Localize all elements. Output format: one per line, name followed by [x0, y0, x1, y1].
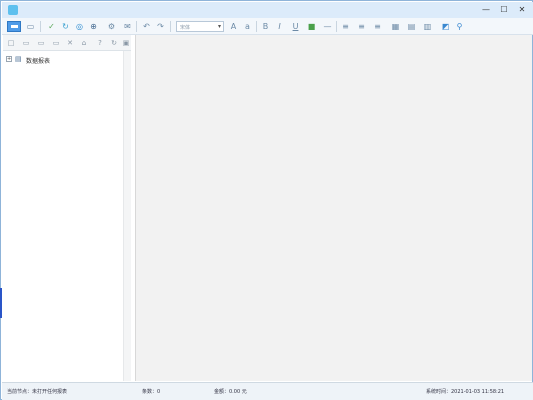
bold-icon[interactable]: B	[260, 21, 271, 32]
main-workspace[interactable]	[135, 35, 532, 381]
save-icon[interactable]: ✓	[46, 21, 57, 32]
left-panel: □ ▭ ▭ ▭ ✕ ⌂ ? ↻ ▣ + ▤ 数据报表	[3, 35, 131, 381]
table-icon[interactable]: ▦	[390, 21, 401, 32]
italic-icon[interactable]: I	[274, 21, 285, 32]
status-datetime: 系统时间：2021-01-03 11:58:21	[426, 389, 505, 395]
tree-item-label: 数据报表	[26, 58, 51, 65]
maximize-button[interactable]: ☐	[497, 4, 511, 16]
underline-icon[interactable]: U	[290, 21, 301, 32]
font-grow-icon[interactable]: A	[228, 21, 239, 32]
edit-icon[interactable]: ▭	[36, 38, 46, 48]
toolbar-separator	[170, 21, 171, 32]
redo-icon[interactable]: ↷	[155, 21, 166, 32]
refresh-icon[interactable]: ↻	[60, 21, 71, 32]
toolbar-separator	[136, 21, 137, 32]
status-rows: 条数：0	[142, 389, 161, 395]
window-title	[22, 6, 82, 13]
panel-scrollbar[interactable]	[123, 51, 131, 381]
app-window: — ☐ ✕ ▭ ✓ ↻ ◎ ⊕ ⚙ ✉ ↶ ↷ 宋体 ▾ A a B I U ■…	[0, 0, 533, 400]
status-bar: 当前节点：未打开任何报表 条数：0 金额：0.00 元 系统时间：2021-01…	[2, 382, 533, 400]
undo-icon[interactable]: ↶	[141, 21, 152, 32]
close-button[interactable]: ✕	[515, 4, 529, 16]
refresh-icon[interactable]: ↻	[109, 38, 119, 48]
window-edge-accent	[0, 288, 2, 318]
settings-icon[interactable]: ⚲	[454, 21, 465, 32]
status-amount: 金额：0.00 元	[214, 389, 247, 395]
align-center-icon[interactable]: ≡	[356, 21, 367, 32]
help-icon[interactable]: ?	[95, 38, 105, 48]
font-shrink-icon[interactable]: a	[242, 21, 253, 32]
align-right-icon[interactable]: ≡	[372, 21, 383, 32]
mail-icon[interactable]: ✉	[122, 21, 133, 32]
copy-icon[interactable]: ▭	[51, 38, 61, 48]
panel-toolbar: □ ▭ ▭ ▭ ✕ ⌂ ? ↻ ▣	[3, 35, 131, 51]
database-icon: ▤	[15, 55, 22, 63]
main-toolbar: ▭ ✓ ↻ ◎ ⊕ ⚙ ✉ ↶ ↷ 宋体 ▾ A a B I U ■ — ≡ ≡…	[2, 18, 533, 35]
font-select[interactable]: 宋体 ▾	[176, 21, 224, 32]
new-icon	[11, 25, 18, 28]
add-icon[interactable]: □	[6, 38, 16, 48]
status-current-node: 当前节点：未打开任何报表	[7, 389, 68, 395]
tree-expander[interactable]: +	[6, 56, 12, 62]
toolbar-separator	[40, 21, 41, 32]
home-icon[interactable]: ⌂	[79, 38, 89, 48]
toolbar-separator	[256, 21, 257, 32]
print-icon[interactable]: ◎	[74, 21, 85, 32]
delete-icon[interactable]: ✕	[65, 38, 75, 48]
export-icon[interactable]: ⊕	[88, 21, 99, 32]
tree-item-reports[interactable]: + ▤ 数据报表	[6, 55, 106, 65]
new-button[interactable]	[7, 21, 21, 32]
chevron-down-icon: ▾	[217, 23, 221, 30]
align-left-icon[interactable]: ≡	[340, 21, 351, 32]
line-icon[interactable]: —	[322, 21, 333, 32]
toolbar-separator	[336, 21, 337, 32]
grid-icon[interactable]: ▤	[406, 21, 417, 32]
app-logo-icon	[8, 5, 18, 15]
search-icon[interactable]: ⚙	[106, 21, 117, 32]
chart-icon[interactable]: ▥	[422, 21, 433, 32]
add-folder-icon[interactable]: ▭	[21, 38, 31, 48]
open-icon[interactable]: ▭	[25, 21, 36, 32]
image-icon[interactable]: ◩	[440, 21, 451, 32]
title-bar[interactable]: — ☐ ✕	[2, 2, 533, 18]
minimize-button[interactable]: —	[479, 4, 493, 16]
color-icon[interactable]: ■	[306, 21, 317, 32]
font-select-value: 宋体	[180, 25, 191, 31]
collapse-icon[interactable]: ▣	[121, 38, 131, 48]
